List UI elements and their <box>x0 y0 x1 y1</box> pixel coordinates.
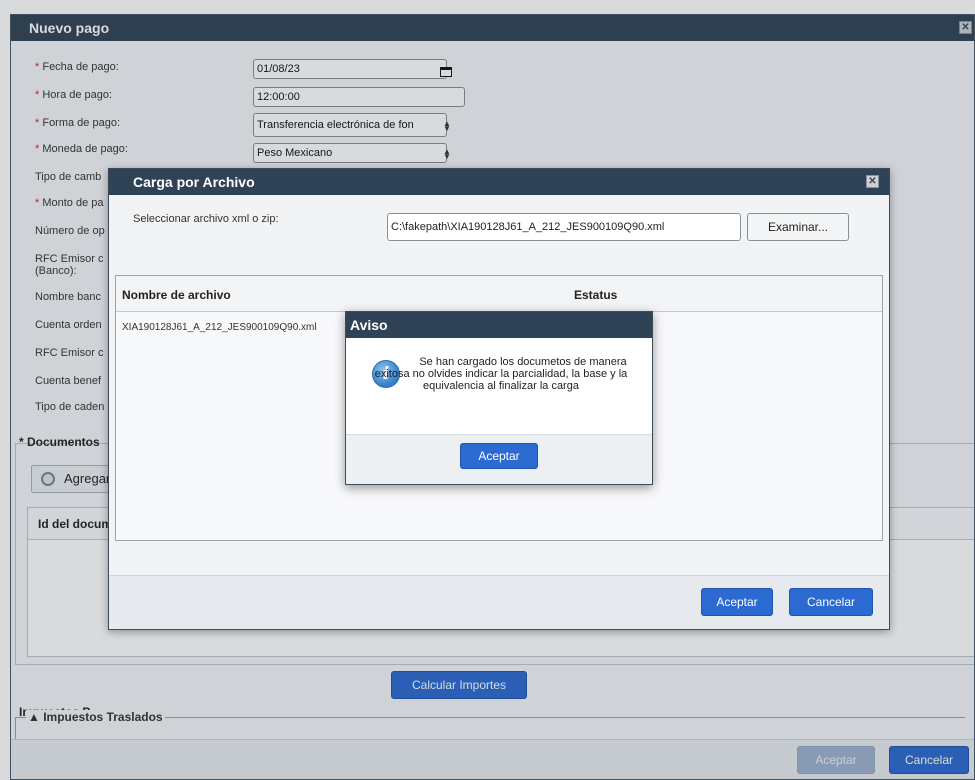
carga-aceptar-button[interactable]: Aceptar <box>701 588 773 616</box>
examinar-button[interactable]: Examinar... <box>747 213 849 241</box>
col-estatus: Estatus <box>574 288 618 302</box>
aviso-body: i Se han cargado los documetos de manera… <box>346 338 652 434</box>
aviso-footer: Aceptar <box>346 434 652 484</box>
file-path-input[interactable]: C:\fakepath\XIA190128J61_A_212_JES900109… <box>387 213 741 241</box>
carga-titlebar: Carga por Archivo ✕ <box>109 169 889 195</box>
aviso-dialog: Aviso i Se han cargado los documetos de … <box>345 311 653 485</box>
seleccionar-archivo-label: Seleccionar archivo xml o zip: <box>133 213 279 225</box>
archivos-table-header: Nombre de archivo Estatus <box>116 276 882 312</box>
table-row[interactable]: XIA190128J61_A_212_JES900109Q90.xml <box>122 322 317 333</box>
aviso-aceptar-button[interactable]: Aceptar <box>460 443 538 469</box>
carga-footer: Aceptar Cancelar <box>109 575 889 629</box>
aviso-message: Se han cargado los documetos de manera e… <box>374 356 628 392</box>
close-icon[interactable]: ✕ <box>866 175 879 188</box>
col-nombre-archivo: Nombre de archivo <box>122 288 231 302</box>
aviso-title: Aviso <box>346 312 652 338</box>
carga-title: Carga por Archivo <box>133 174 255 190</box>
carga-cancelar-button[interactable]: Cancelar <box>789 588 873 616</box>
